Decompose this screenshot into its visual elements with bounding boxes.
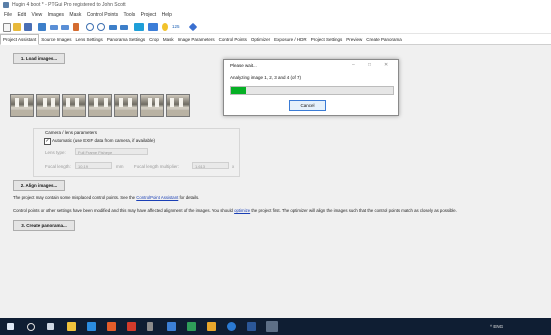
tab-project-assistant[interactable]: Project Assistant <box>0 34 40 45</box>
calculator-icon[interactable] <box>147 322 153 331</box>
tab-control-points[interactable]: Control Points <box>217 35 249 44</box>
tab-create-panorama[interactable]: Create Panorama <box>364 35 404 44</box>
focal-length-input[interactable]: 10.19 <box>75 162 112 169</box>
note2-prefix: Control points or other settings have be… <box>13 208 235 213</box>
menu-control-points[interactable]: Control Points <box>87 12 118 18</box>
image-thumbnail[interactable] <box>10 94 34 117</box>
tab-lens-settings[interactable]: Lens Settings <box>74 35 105 44</box>
note1-suffix: for details. <box>178 195 200 200</box>
align-images-button[interactable]: 2. Align images... <box>13 180 65 191</box>
optimize-link[interactable]: optimize <box>234 208 250 213</box>
note1-prefix: The project may contain some misplaced c… <box>13 195 137 200</box>
tab-bar: Project Assistant Source Images Lens Setti… <box>0 34 551 45</box>
image-thumbnail[interactable] <box>36 94 60 117</box>
progress-fill <box>231 87 246 94</box>
tab-mask[interactable]: Mask <box>161 35 176 44</box>
camera-group-label: Camera / lens parameters <box>45 130 98 135</box>
active-window-icon[interactable] <box>266 321 278 332</box>
control-point-assistant-link[interactable]: ControlPoint Assistant <box>136 195 178 200</box>
zoom-out-icon[interactable] <box>97 23 105 31</box>
tab-preview[interactable]: Preview <box>344 35 364 44</box>
menu-edit[interactable]: Edit <box>17 12 26 18</box>
mail-icon[interactable] <box>87 322 96 331</box>
windows-start-icon[interactable] <box>7 323 14 330</box>
lens-type-label: Lens type: <box>45 150 66 155</box>
progress-bar <box>230 86 394 95</box>
menu-images[interactable]: Images <box>48 12 64 18</box>
image-thumbnail[interactable] <box>62 94 86 117</box>
tab-source-images[interactable]: Source Images <box>39 35 73 44</box>
image-thumbnail[interactable] <box>140 94 164 117</box>
open-icon[interactable] <box>13 23 21 31</box>
image-thumbnail[interactable] <box>166 94 190 117</box>
cancel-button[interactable]: Cancel <box>289 100 326 111</box>
file-explorer-icon[interactable] <box>67 322 76 331</box>
new-project-icon[interactable] <box>3 23 11 32</box>
tab-exposure-hdr[interactable]: Exposure / HDR <box>272 35 309 44</box>
next-icon[interactable] <box>120 25 128 30</box>
counter-text: 125 <box>172 24 180 29</box>
save-icon[interactable] <box>24 23 32 31</box>
lens-type-select[interactable]: Full Frame Fisheye <box>75 148 148 155</box>
menu-help[interactable]: Help <box>162 12 172 18</box>
control-points-icon[interactable] <box>188 22 198 32</box>
dialog-title: Please wait... <box>230 63 257 68</box>
auto-exif-checkbox[interactable]: ✓ <box>44 138 51 145</box>
image-thumbnail[interactable] <box>88 94 112 117</box>
control-point-note: The project may contain some misplaced c… <box>13 195 199 200</box>
zoom-in-icon[interactable] <box>86 23 94 31</box>
previous-icon[interactable] <box>109 25 117 30</box>
optimize-note: Control points or other settings have be… <box>13 208 457 213</box>
note2-suffix: the project first. The optimizer will al… <box>250 208 457 213</box>
search-icon[interactable] <box>27 323 35 331</box>
multiplier-label: Focal length multiplier: <box>134 164 180 169</box>
focal-length-label: Focal length: <box>45 164 71 169</box>
menu-view[interactable]: View <box>31 12 42 18</box>
image-thumbnail[interactable] <box>114 94 138 117</box>
title-bar: Hugin 4 boot * - PTGui Pro registered to… <box>0 0 551 10</box>
dialog-message: Analyzing image 1, 2, 3 and 4 (of 7) <box>230 75 302 80</box>
panorama-editor-icon[interactable] <box>134 23 144 31</box>
app-icon <box>3 2 9 8</box>
undo-icon[interactable] <box>50 25 58 30</box>
system-tray[interactable]: ^ ENG <box>490 324 503 329</box>
auto-exif-label: Automatic (use EXIF data from camera, if… <box>52 138 156 143</box>
tab-optimizer[interactable]: Optimizer <box>249 35 272 44</box>
menu-tools[interactable]: Tools <box>124 12 136 18</box>
table-icon[interactable] <box>148 23 158 31</box>
minimize-icon[interactable]: – <box>352 62 355 68</box>
optimize-icon[interactable] <box>73 23 79 31</box>
photos-icon[interactable] <box>167 322 176 331</box>
tab-image-parameters[interactable]: Image Parameters <box>176 35 217 44</box>
close-icon[interactable]: ✕ <box>384 62 388 68</box>
tab-project-settings[interactable]: Project Settings <box>309 35 345 44</box>
task-view-icon[interactable] <box>47 323 54 330</box>
maximize-icon[interactable]: □ <box>368 62 371 68</box>
please-wait-dialog: Please wait... – □ ✕ Analyzing image 1, … <box>223 59 399 116</box>
hugin-icon[interactable] <box>247 322 256 331</box>
menu-mask[interactable]: Mask <box>69 12 81 18</box>
toolbar: 125 <box>0 20 551 34</box>
add-images-icon[interactable] <box>38 23 46 31</box>
multiplier-input[interactable]: 1.613 <box>192 162 229 169</box>
chrome-icon[interactable] <box>207 322 216 331</box>
redo-icon[interactable] <box>61 25 69 30</box>
store-icon[interactable] <box>107 322 116 331</box>
office-icon[interactable] <box>127 322 136 331</box>
menu-project[interactable]: Project <box>141 12 157 18</box>
menu-bar: File Edit View Images Mask Control Point… <box>0 10 551 19</box>
word-icon[interactable] <box>227 322 236 331</box>
load-images-button[interactable]: 1. Load images... <box>13 53 65 64</box>
tab-panorama-settings[interactable]: Panorama Settings <box>105 35 147 44</box>
taskbar: ^ ENG <box>0 318 551 335</box>
light-icon[interactable] <box>162 23 168 31</box>
menu-file[interactable]: File <box>4 12 12 18</box>
window-title: Hugin 4 boot * - PTGui Pro registered to… <box>12 2 126 8</box>
focal-length-unit: mm <box>116 164 124 169</box>
tab-crop[interactable]: Crop <box>147 35 161 44</box>
app-icon[interactable] <box>187 322 196 331</box>
create-panorama-button[interactable]: 3. Create panorama... <box>13 220 75 231</box>
multiplier-unit: x <box>232 164 235 169</box>
